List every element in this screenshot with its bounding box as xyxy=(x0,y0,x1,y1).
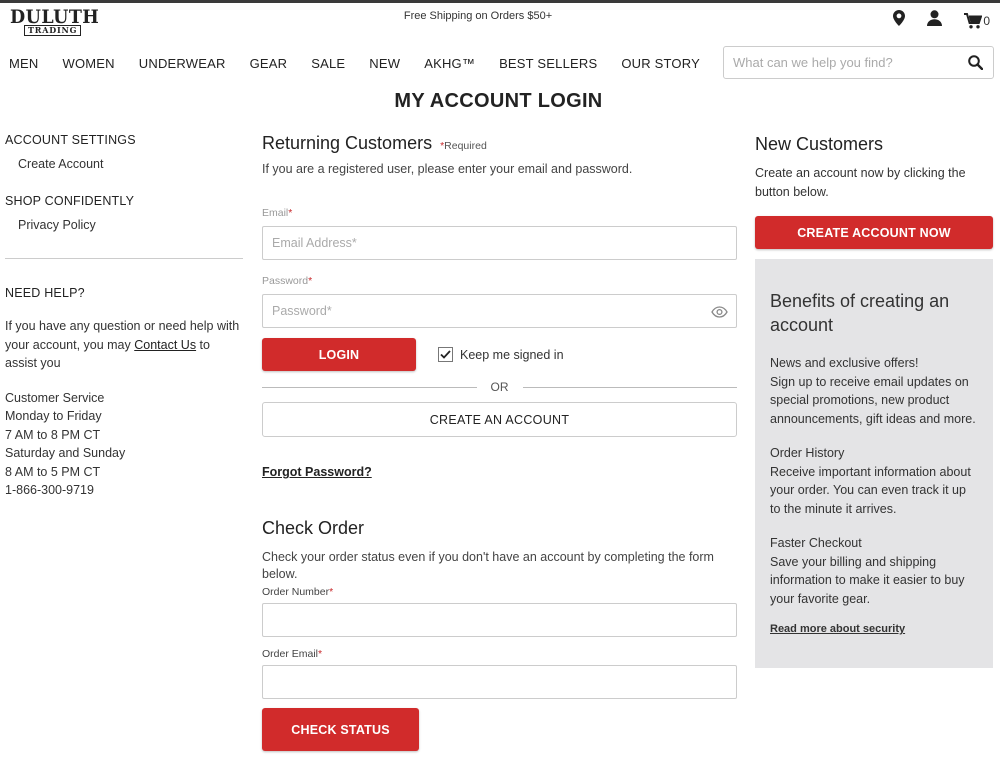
order-email-input[interactable] xyxy=(272,675,692,689)
free-shipping-promo[interactable]: Free Shipping on Orders $50+ xyxy=(0,10,956,22)
email-label: Email* xyxy=(262,207,293,219)
nav-item-akhg[interactable]: AKHG™ xyxy=(424,56,475,71)
cart-count: 0 xyxy=(983,13,990,28)
read-more-security-link[interactable]: Read more about security xyxy=(770,623,979,635)
new-customers-intro: Create an account now by clicking the bu… xyxy=(755,166,966,199)
returning-customers-section: Returning Customers *Required If you are… xyxy=(262,133,737,751)
benefit-heading: Order History xyxy=(770,446,845,460)
create-an-account-button[interactable]: CREATE AN ACCOUNT xyxy=(262,402,737,437)
benefit-item: Order History Receive important informat… xyxy=(770,444,979,518)
benefit-item: Faster Checkout Save your billing and sh… xyxy=(770,534,979,608)
service-phone[interactable]: 1-866-300-9719 xyxy=(5,481,243,500)
benefit-heading: News and exclusive offers! xyxy=(770,356,919,370)
check-order-title: Check Order xyxy=(262,518,365,538)
password-label: Password* xyxy=(262,275,313,287)
benefit-text: Sign up to receive email updates on spec… xyxy=(770,374,976,426)
benefits-panel: Benefits of creating an account News and… xyxy=(755,259,993,668)
search-icon[interactable] xyxy=(968,55,984,75)
benefit-item: News and exclusive offers! Sign up to re… xyxy=(770,354,979,428)
email-field-box xyxy=(262,226,737,260)
keep-signed-in[interactable]: Keep me signed in xyxy=(438,347,564,362)
nav-item-gear[interactable]: GEAR xyxy=(250,56,288,71)
keep-signed-in-label: Keep me signed in xyxy=(460,347,564,362)
benefit-text: Save your billing and shipping informati… xyxy=(770,554,965,606)
main-nav: MEN WOMEN UNDERWEAR GEAR SALE NEW AKHG™ … xyxy=(9,56,724,71)
search-box xyxy=(723,46,994,79)
search-input[interactable] xyxy=(733,55,953,70)
login-button[interactable]: LOGIN xyxy=(262,338,416,371)
service-line: Monday to Friday xyxy=(5,409,102,423)
page-title: MY ACCOUNT LOGIN xyxy=(394,90,603,112)
forgot-password-link[interactable]: Forgot Password? xyxy=(262,465,372,479)
nav-item-our-story[interactable]: OUR STORY xyxy=(621,56,700,71)
check-order-intro: Check your order status even if you don'… xyxy=(262,550,714,581)
new-customers-title: New Customers xyxy=(755,134,884,154)
show-password-icon[interactable] xyxy=(711,305,728,323)
check-status-button[interactable]: CHECK STATUS xyxy=(262,708,419,751)
sidebar-divider xyxy=(5,258,243,259)
service-line: Saturday and Sunday xyxy=(5,446,126,460)
benefit-heading: Faster Checkout xyxy=(770,536,862,550)
order-email-box xyxy=(262,665,737,699)
required-note: *Required xyxy=(440,140,487,152)
benefit-text: Receive important information about your… xyxy=(770,464,971,516)
privacy-policy-link[interactable]: Privacy Policy xyxy=(18,218,243,232)
contact-us-link[interactable]: Contact Us xyxy=(134,338,196,352)
benefits-title: Benefits of creating an account xyxy=(770,291,950,335)
email-field[interactable] xyxy=(272,236,692,250)
or-text: OR xyxy=(490,380,509,394)
cart-icon[interactable]: 0 xyxy=(964,12,990,29)
nav-item-new[interactable]: NEW xyxy=(369,56,400,71)
order-number-input[interactable] xyxy=(272,613,692,627)
order-number-label: Order Number* xyxy=(262,586,334,598)
account-settings-heading: ACCOUNT SETTINGS xyxy=(5,133,136,147)
help-text: If you have any question or need help wi… xyxy=(5,317,243,373)
nav-item-underwear[interactable]: UNDERWEAR xyxy=(139,56,226,71)
service-line: 7 AM to 8 PM CT xyxy=(5,427,101,442)
order-email-label: Order Email* xyxy=(262,648,323,660)
logo-subtext: TRADING xyxy=(24,25,82,36)
location-pin-icon[interactable] xyxy=(893,10,906,31)
account-sidebar: ACCOUNT SETTINGS Create Account SHOP CON… xyxy=(5,133,243,500)
account-icon[interactable] xyxy=(927,10,943,31)
service-line: 8 AM to 5 PM CT xyxy=(5,464,101,479)
returning-customers-title: Returning Customers xyxy=(262,133,433,153)
shop-confidently-heading: SHOP CONFIDENTLY xyxy=(5,194,135,208)
or-divider: OR xyxy=(262,380,737,394)
new-customers-section: New Customers Create an account now by c… xyxy=(755,133,993,668)
password-field[interactable] xyxy=(272,304,692,318)
need-help-heading: NEED HELP? xyxy=(5,286,85,300)
header-icons: 0 xyxy=(871,10,990,31)
create-account-link[interactable]: Create Account xyxy=(18,157,243,171)
keep-signed-in-checkbox[interactable] xyxy=(438,347,453,362)
password-field-box xyxy=(262,294,737,328)
returning-intro: If you are a registered user, please ent… xyxy=(262,162,633,176)
create-account-now-button[interactable]: CREATE ACCOUNT NOW xyxy=(755,216,993,249)
nav-item-best-sellers[interactable]: BEST SELLERS xyxy=(499,56,597,71)
customer-service-info: Customer Service Monday to Friday 7 AM t… xyxy=(5,389,243,500)
nav-item-sale[interactable]: SALE xyxy=(311,56,345,71)
nav-item-men[interactable]: MEN xyxy=(9,56,39,71)
top-border xyxy=(0,0,1000,3)
nav-item-women[interactable]: WOMEN xyxy=(63,56,115,71)
order-number-box xyxy=(262,603,737,637)
service-line: Customer Service xyxy=(5,390,105,405)
